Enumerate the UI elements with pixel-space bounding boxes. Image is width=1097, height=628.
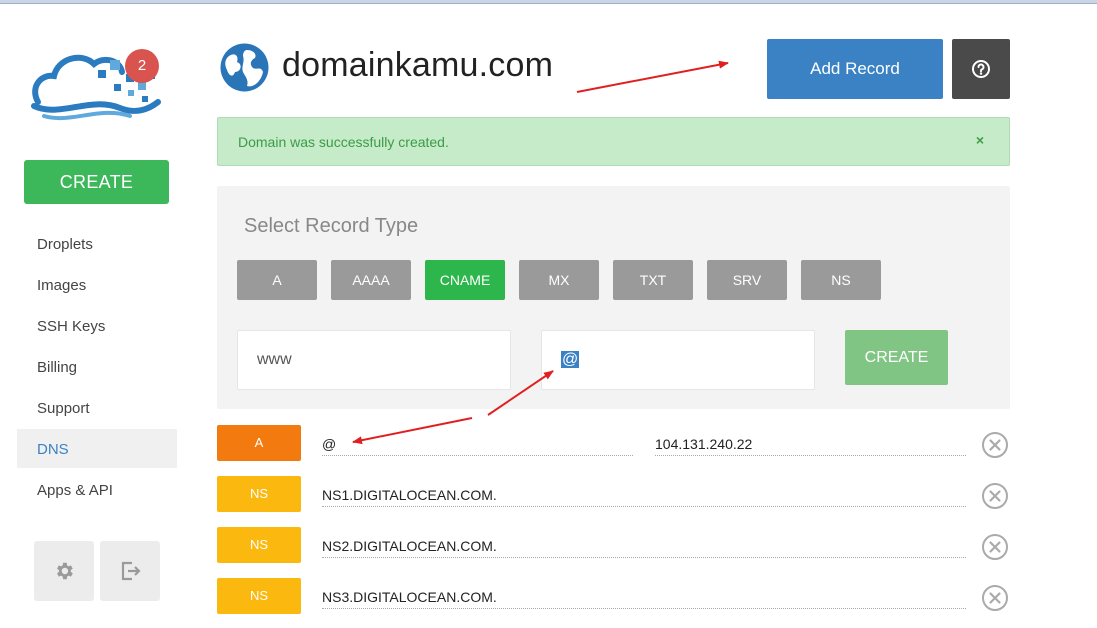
sidebar-nav: Droplets Images SSH Keys Billing Support… xyxy=(17,224,177,511)
table-row: A @ 104.131.240.22 xyxy=(217,425,1010,461)
sidebar-item-dns[interactable]: DNS xyxy=(17,429,177,468)
create-button[interactable]: CREATE xyxy=(24,160,169,204)
create-record-button[interactable]: CREATE xyxy=(845,330,948,385)
record-type-aaaa[interactable]: AAAA xyxy=(331,260,411,300)
sidebar-item-droplets[interactable]: Droplets xyxy=(17,224,177,263)
arrow-to-add-record xyxy=(576,60,729,93)
table-row: NS NS1.DIGITALOCEAN.COM. xyxy=(217,476,1010,512)
alert-close-button[interactable]: × xyxy=(976,132,984,148)
table-row: NS NS3.DIGITALOCEAN.COM. xyxy=(217,578,1010,614)
record-type-ns[interactable]: NS xyxy=(801,260,881,300)
sidebar-item-ssh-keys[interactable]: SSH Keys xyxy=(17,306,177,345)
record-form: Select Record Type A AAAA CNAME MX TXT S… xyxy=(217,186,1010,409)
record-type-badge: NS xyxy=(217,476,301,512)
record-type-srv[interactable]: SRV xyxy=(707,260,787,300)
close-circle-icon[interactable] xyxy=(981,584,1009,612)
hostname-input[interactable]: www xyxy=(237,330,511,390)
table-row: NS NS2.DIGITALOCEAN.COM. xyxy=(217,527,1010,563)
settings-button[interactable] xyxy=(34,541,94,601)
close-circle-icon[interactable] xyxy=(981,533,1009,561)
gear-icon xyxy=(57,562,73,580)
help-icon xyxy=(972,60,990,78)
logout-button[interactable] xyxy=(100,541,160,601)
record-value-field[interactable]: NS1.DIGITALOCEAN.COM. xyxy=(322,485,966,507)
record-name-field[interactable]: @ xyxy=(322,434,633,456)
page-title: domainkamu.com xyxy=(282,46,554,84)
record-value-field[interactable]: 104.131.240.22 xyxy=(655,434,966,456)
sidebar-item-apps-api[interactable]: Apps & API xyxy=(17,470,177,509)
selected-text: @ xyxy=(561,351,580,368)
record-type-mx[interactable]: MX xyxy=(519,260,599,300)
alert-message: Domain was successfully created. xyxy=(238,134,449,150)
record-type-badge: NS xyxy=(217,527,301,563)
logout-icon xyxy=(121,561,141,581)
notification-badge[interactable]: 2 xyxy=(125,49,159,83)
record-type-heading: Select Record Type xyxy=(244,215,419,237)
record-type-cname[interactable]: CNAME xyxy=(425,260,505,300)
add-record-button[interactable]: Add Record xyxy=(767,39,943,99)
target-input[interactable]: @ xyxy=(541,330,815,390)
record-type-txt[interactable]: TXT xyxy=(613,260,693,300)
record-type-badge: NS xyxy=(217,578,301,614)
window-top-edge xyxy=(0,0,1097,4)
record-type-a[interactable]: A xyxy=(237,260,317,300)
record-type-badge: A xyxy=(217,425,301,461)
record-value-field[interactable]: NS3.DIGITALOCEAN.COM. xyxy=(322,587,966,609)
sidebar-item-support[interactable]: Support xyxy=(17,388,177,427)
sidebar-item-billing[interactable]: Billing xyxy=(17,347,177,386)
close-circle-icon[interactable] xyxy=(981,482,1009,510)
help-button[interactable] xyxy=(952,39,1010,99)
globe-icon xyxy=(219,42,270,93)
record-value-field[interactable]: NS2.DIGITALOCEAN.COM. xyxy=(322,536,966,558)
success-alert: Domain was successfully created. × xyxy=(217,117,1010,166)
sidebar-item-images[interactable]: Images xyxy=(17,265,177,304)
close-circle-icon[interactable] xyxy=(981,431,1009,459)
